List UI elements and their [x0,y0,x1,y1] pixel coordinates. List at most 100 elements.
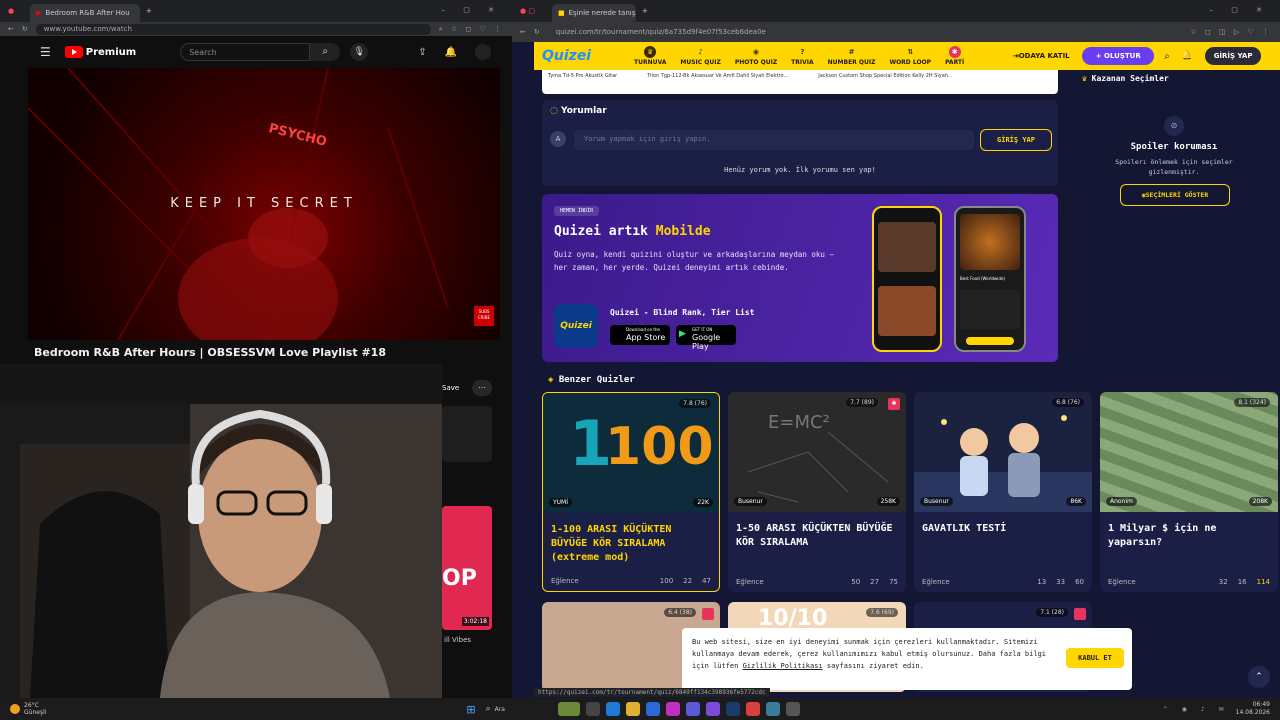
weather-widget[interactable]: 26°C Güneşli [24,702,46,716]
nav-label: TURNUVA [634,59,667,66]
show-picks-button[interactable]: ◉ SEÇİMLERİ GÖSTER [1120,184,1230,206]
video-player[interactable]: PSYCHO KEEP IT SECRET SUBS CRIBE [28,68,500,340]
opera-icon[interactable] [665,702,680,716]
back-icon[interactable]: ← [520,28,526,36]
comment-input[interactable]: Yorum yapmak için giriş yapın. [574,130,974,150]
new-tab-button[interactable]: + [642,7,648,15]
subscribe-badge[interactable]: SUBS CRIBE [474,306,494,326]
edge-icon[interactable] [605,702,620,716]
clock-time: 06:49 [1252,701,1270,708]
tray-icons[interactable]: ⌃ ◉ ♪ ✉ [1163,706,1230,713]
youtube-logo-icon[interactable] [64,46,83,58]
app-icon[interactable] [765,702,780,716]
hamburger-icon[interactable]: ☰ [40,45,51,59]
trophy-icon: ♛ [644,46,657,58]
quiz-meta: Eğlence 13 33 60 [922,578,1084,586]
rating-badge: 7.8 (76) [679,399,711,408]
create-label: + OLUŞTUR [1095,52,1141,60]
mail-icon[interactable] [645,702,660,716]
left-url-field[interactable]: www.youtube.com/watch [35,23,431,35]
clock[interactable]: 06:49 14.08.2026 [1236,701,1270,717]
quiz-card[interactable]: E=MC² 7.7 (89) ✱ Busenur 258K 1-50 ARASI… [728,392,906,592]
accept-cookies-button[interactable]: KABUL ET [1066,648,1124,668]
video-overlay-text: KEEP IT SECRET [170,196,358,211]
author-chip[interactable]: Busenur [734,497,767,506]
nav-parti[interactable]: ✱ PARTİ [945,46,964,66]
phone-image [960,214,1020,270]
quiz-card[interactable]: 6.8 (76) Busenur 86K GAVATLIK TESTİ Eğle… [914,392,1092,592]
right-tab[interactable]: ■ Eşinle nerede tanışmak iste [552,4,636,22]
google-play-small: GET IT ON [692,327,713,332]
sort-icon: ⇅ [907,48,914,56]
bell-icon[interactable]: 🔔 [445,47,457,58]
reload-icon[interactable]: ↻ [534,28,540,36]
search-icon[interactable]: ⌕ [1164,51,1170,62]
quizei-logo[interactable]: Quizei [542,48,634,64]
quiz-title: 1 Milyar $ için ne yaparsın? [1108,523,1217,548]
widget-icon[interactable] [557,702,580,716]
reload-icon[interactable]: ↻ [22,25,28,33]
more-icon[interactable]: ⋯ [472,380,492,396]
nav-turnuva[interactable]: ♛ TURNUVA [634,46,666,66]
side-duration: 3:02:18 [461,617,489,626]
side-thumb-text: OP [442,566,477,591]
teams-icon[interactable] [685,702,700,716]
app-icon[interactable] [785,702,800,716]
left-tab[interactable]: ▶ Bedroom R&B After Hou [30,4,140,22]
taskbar-search[interactable]: Ara [495,706,555,713]
left-extension-icons[interactable]: ⌕ ☆ ◻ ♡ ⋮ [439,25,512,34]
browser-menu-icon[interactable]: ● [0,7,30,15]
scroll-top-button[interactable]: ⌃ [1248,666,1270,688]
author-chip[interactable]: Anonim [1106,497,1137,506]
nav-word-loop[interactable]: ⇅ WORD LOOP [889,46,931,66]
app-name: Quizei - Blind Rank, Tier List [610,308,755,317]
quiz-title: 1-100 ARASI KÜÇÜKTEN BÜYÜĞE KÖR SIRALAMA… [551,524,672,563]
avatar[interactable] [475,44,492,60]
product-item[interactable]: Trion Tgp-112-Bk Aksesuar Ve Amfi Dahil … [647,73,788,91]
author-chip[interactable]: YUMİ [549,498,573,507]
comment-login-button[interactable]: GİRİŞ YAP [980,129,1052,151]
comments-section: ◌ Yorumlar A Yorum yapmak için giriş yap… [542,100,1058,186]
search-icon[interactable]: ⌕ [310,43,341,61]
author-chip[interactable]: Busenur [920,497,953,506]
quiz-card[interactable]: 8.1 (324) Anonim 208K 1 Milyar $ için ne… [1100,392,1278,592]
cartoon-couple-graphic [914,415,1092,512]
window-controls[interactable]: – ▢ ✕ [1210,6,1270,14]
product-item[interactable]: Jackson Custom Shop Special Edition Kell… [818,73,953,91]
nav-trivia[interactable]: ? TRIVIA [791,46,813,66]
google-play-button[interactable]: ▶ GET IT ON Google Play [676,325,736,351]
search-icon[interactable]: ⌕ [486,704,491,714]
app-icon[interactable] [745,702,760,716]
privacy-link[interactable]: Gizlilik Politikası [743,662,823,670]
nav-photo-quiz[interactable]: ◉ PHOTO QUIZ [735,46,777,66]
create-button[interactable]: + OLUŞTUR [1082,47,1155,65]
folder-icon[interactable] [625,702,640,716]
windows-icon[interactable]: ⊞ [466,703,475,716]
right-url-field[interactable]: quizei.com/tr/tournament/quiz/6a735d9f4e… [548,27,1183,38]
login-button[interactable]: GİRİŞ YAP [1205,47,1262,65]
task-view-icon[interactable] [585,702,600,716]
nav-music-quiz[interactable]: ♪ MUSIC QUIZ [680,46,720,66]
mic-icon[interactable]: 🎙 [350,43,369,61]
browser-menu-icon[interactable]: ● ▢ [512,7,552,15]
steam-icon[interactable] [725,702,740,716]
upload-icon[interactable]: ⇪ [418,47,426,58]
phone-label: Best Food (Worldwide) [960,276,1005,281]
left-tab-bar: ● ▶ Bedroom R&B After Hou + – ▢ ✕ [0,0,512,22]
youtube-search-input[interactable]: Search [180,43,311,61]
quiz-card[interactable]: 1 100 7.8 (76) YUMİ 22K 1-100 ARASI KÜÇÜ… [542,392,720,592]
side-video-thumbnail[interactable]: OP 3:02:18 [442,506,492,630]
phone-button [966,337,1014,345]
discord-icon[interactable] [705,702,720,716]
product-item[interactable]: Tyma Td-5 Pro Akustik Gitar [548,73,617,91]
window-controls[interactable]: – ▢ ✕ [442,6,502,14]
likes-count: 75 [889,578,898,586]
bell-icon[interactable]: 🔔 [1182,51,1193,61]
new-tab-button[interactable]: + [146,7,152,15]
weather-desc: Güneşli [24,709,47,716]
back-icon[interactable]: ← [8,25,14,33]
join-room-button[interactable]: ⇥ ODAYA KATIL [1004,47,1078,65]
nav-number-quiz[interactable]: # NUMBER QUIZ [828,46,876,66]
right-extension-icons[interactable]: ☆ ◻ ◫ ▷ ♡ ⋮ [1191,28,1280,36]
app-store-button[interactable]: Download on the App Store [610,325,670,345]
